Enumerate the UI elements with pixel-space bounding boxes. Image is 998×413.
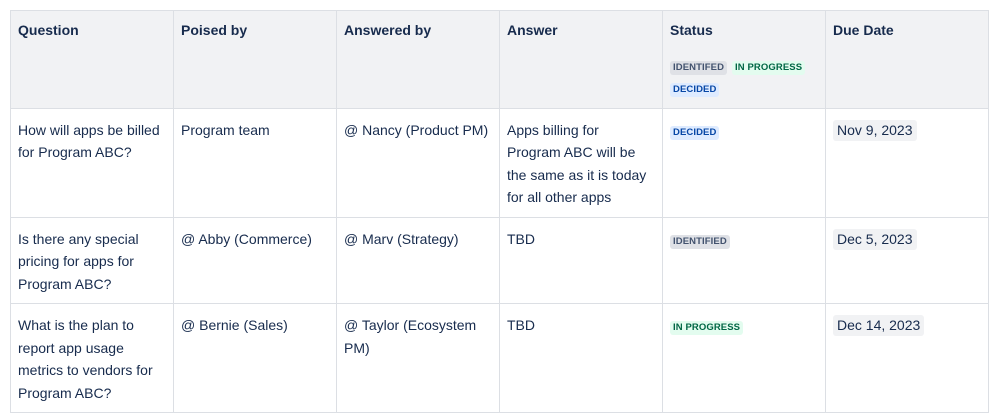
questions-table-container: Question Poised by Answered by Answer St… [10, 10, 989, 413]
cell-answered-by[interactable]: @ Marv (Strategy) [336, 216, 500, 304]
header-question[interactable]: Question [10, 10, 174, 109]
status-legend: IDENTIFED IN PROGRESS DECIDED [670, 56, 818, 100]
header-answer[interactable]: Answer [499, 10, 663, 109]
cell-answered-by[interactable]: @ Taylor (Ecosystem PM) [336, 303, 500, 413]
cell-poised-by[interactable]: @ Abby (Commerce) [173, 216, 337, 304]
cell-due-date[interactable]: Dec 5, 2023 [825, 216, 989, 304]
cell-question[interactable]: Is there any special pricing for apps fo… [10, 216, 174, 304]
cell-answer[interactable]: TBD [499, 216, 663, 304]
table-row: How will apps be billed for Program ABC?… [10, 107, 989, 218]
cell-status[interactable]: IN PROGRESS [662, 303, 826, 413]
table-row: What is the plan to report app usage met… [10, 303, 989, 413]
status-lozenge-identified[interactable]: IDENTIFIED [670, 234, 730, 249]
cell-answer[interactable]: Apps billing for Program ABC will be the… [499, 107, 663, 218]
cell-poised-by[interactable]: Program team [173, 107, 337, 218]
legend-lozenge-in-progress[interactable]: IN PROGRESS [732, 60, 806, 75]
header-status[interactable]: Status IDENTIFED IN PROGRESS DECIDED [662, 10, 826, 109]
cell-question[interactable]: What is the plan to report app usage met… [10, 303, 174, 413]
date-chip[interactable]: Nov 9, 2023 [833, 119, 917, 141]
cell-status[interactable]: IDENTIFIED [662, 216, 826, 304]
cell-status[interactable]: DECIDED [662, 107, 826, 218]
table-header-row: Question Poised by Answered by Answer St… [10, 10, 989, 109]
legend-lozenge-identified[interactable]: IDENTIFED [670, 60, 728, 75]
date-chip[interactable]: Dec 5, 2023 [833, 228, 917, 250]
header-status-label: Status [670, 22, 713, 38]
cell-due-date[interactable]: Nov 9, 2023 [825, 107, 989, 218]
cell-answer[interactable]: TBD [499, 303, 663, 413]
cell-question[interactable]: How will apps be billed for Program ABC? [10, 107, 174, 218]
header-poised-by[interactable]: Poised by [173, 10, 337, 109]
table-row: Is there any special pricing for apps fo… [10, 216, 989, 304]
questions-table: Question Poised by Answered by Answer St… [10, 10, 989, 413]
legend-lozenge-decided[interactable]: DECIDED [670, 82, 720, 97]
status-lozenge-decided[interactable]: DECIDED [670, 125, 720, 140]
status-lozenge-in-progress[interactable]: IN PROGRESS [670, 321, 744, 336]
cell-due-date[interactable]: Dec 14, 2023 [825, 303, 989, 413]
cell-poised-by[interactable]: @ Bernie (Sales) [173, 303, 337, 413]
date-chip[interactable]: Dec 14, 2023 [833, 315, 925, 336]
header-answered-by[interactable]: Answered by [336, 10, 500, 109]
header-due-date[interactable]: Due Date [825, 10, 989, 109]
cell-answered-by[interactable]: @ Nancy (Product PM) [336, 107, 500, 218]
